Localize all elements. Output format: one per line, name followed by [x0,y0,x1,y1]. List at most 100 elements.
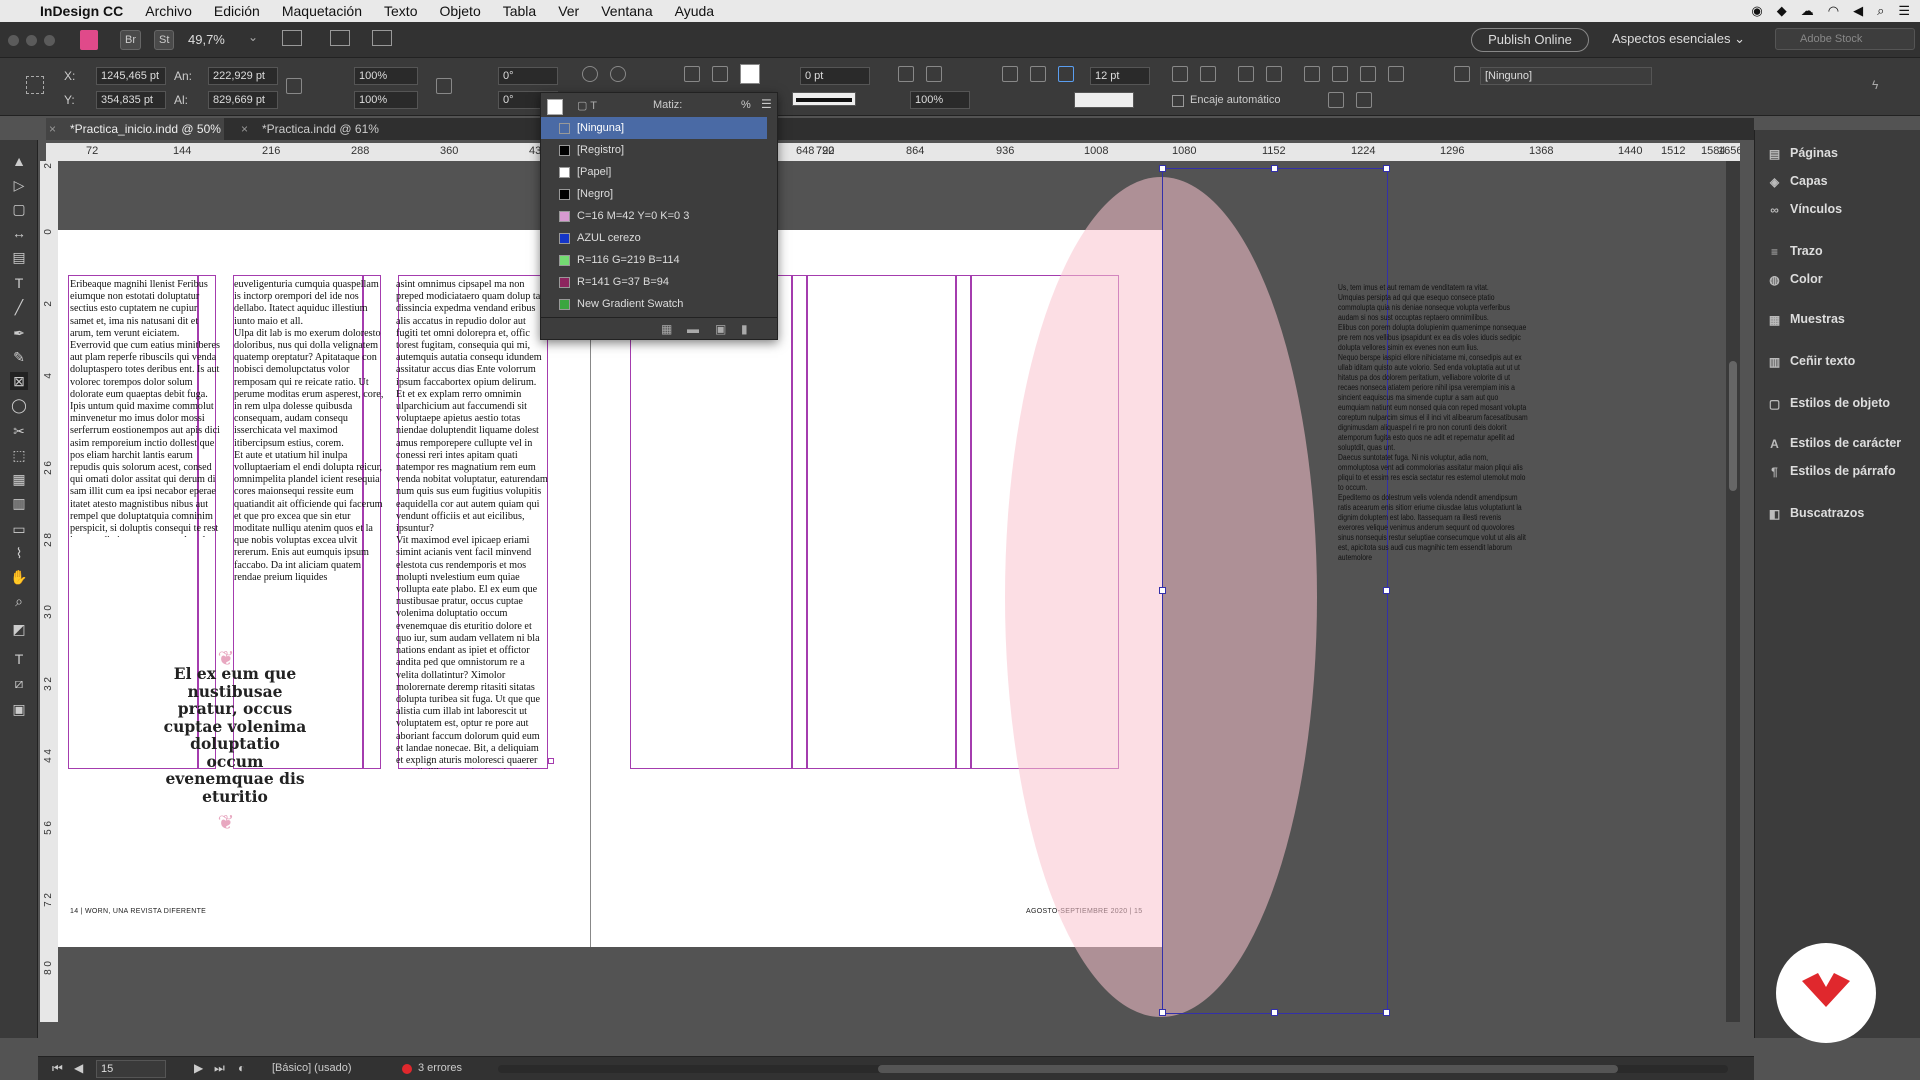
menu-list-icon[interactable]: ☰ [1898,3,1910,19]
fill-icon[interactable] [547,99,563,115]
last-page-icon[interactable]: ⏭ [214,1061,225,1076]
panel-estilos-caracter[interactable]: A Estilos de carácter [1767,436,1901,451]
flip-vertical-icon[interactable] [712,66,728,82]
apply-none-icon[interactable]: ⧄ [10,674,28,692]
swatch-none[interactable]: [Ninguna] [541,117,767,139]
fitting-icon[interactable] [1058,66,1074,82]
swatch-azul-cerezo[interactable]: AZUL cerezo [541,227,767,249]
panel-capas[interactable]: ◈ Capas [1767,174,1828,189]
menu-ventana[interactable]: Ventana [601,3,652,19]
panel-estilos-objeto[interactable]: ▢ Estilos de objeto [1767,396,1890,411]
resize-handle[interactable] [1271,165,1278,172]
align-top-icon[interactable] [1172,66,1188,82]
line-tool-icon[interactable]: ╱ [10,298,28,316]
swatch-registro[interactable]: [Registro] [541,139,767,161]
auto-fit-checkbox[interactable] [1172,95,1184,107]
preflight-profile[interactable]: [Básico] (usado) [272,1062,351,1074]
menu-app[interactable]: InDesign CC [40,3,123,19]
drop-shadow-icon[interactable] [898,66,914,82]
width-field[interactable]: 222,929 pt [208,67,278,85]
new-swatch-icon[interactable]: ▣ [715,322,726,336]
type-tool-icon[interactable]: T [10,274,28,292]
search-icon[interactable]: ⌕ [1877,3,1884,19]
formatting-affects-icon[interactable]: T [10,650,28,668]
columns-icon[interactable] [1030,66,1046,82]
text-column-2[interactable]: euveligenturia cumquia quaspellam is inc… [234,279,384,602]
publish-online-button[interactable]: Publish Online [1471,28,1589,52]
distribute-right-icon[interactable] [1388,66,1404,82]
swatch-magenta[interactable]: R=141 G=37 B=94 [541,271,767,293]
resize-handle[interactable] [1383,1009,1390,1016]
rotation-field[interactable]: 0° [498,67,558,85]
view-options-icon[interactable] [282,30,302,46]
pull-quote[interactable]: El ex eum que nustibusae pratur, occus c… [160,665,310,805]
panel-menu-icon[interactable]: ☰ [761,97,772,111]
distribute-space-icon[interactable] [1360,66,1376,82]
zoom-level[interactable]: 49,7% [188,32,225,47]
opacity-field[interactable]: 100% [910,91,970,109]
adobe-stock-search[interactable]: Adobe Stock [1775,28,1915,50]
cloud-icon[interactable]: ☁ [1801,3,1814,19]
pen-tool-icon[interactable]: ✒ [10,324,28,342]
align-bottom-icon[interactable] [1238,66,1254,82]
y-position-field[interactable]: 354,835 pt [96,91,166,109]
swatch-cmyk[interactable]: C=16 M=42 Y=0 K=0 3 [541,205,767,227]
flip-horizontal-icon[interactable] [684,66,700,82]
next-page-icon[interactable]: ▶ [194,1061,203,1075]
distribute-center-icon[interactable] [1332,66,1348,82]
pencil-tool-icon[interactable]: ✎ [10,348,28,366]
error-count[interactable]: 3 errores [418,1062,462,1074]
overset-text-icon[interactable] [548,758,554,764]
rectangle-frame-tool-icon[interactable]: ⊠ [10,372,28,390]
align-center-icon[interactable] [1200,66,1216,82]
volume-icon[interactable]: ◀ [1853,3,1863,19]
text-column-1[interactable]: Eribeaque magnihi llenist Feribus eiumqu… [70,279,222,537]
vertical-scrollbar[interactable] [1726,161,1740,1022]
scissors-tool-icon[interactable]: ✂ [10,422,28,440]
gutter-field[interactable]: 12 pt [1090,67,1150,85]
resize-handle[interactable] [1159,165,1166,172]
menu-archivo[interactable]: Archivo [145,3,192,19]
page-number-field[interactable]: 15 [96,1060,166,1078]
close-tab-icon[interactable]: × [241,118,248,140]
fill-stroke-icon[interactable]: ◩ [10,620,28,638]
content-collector-icon[interactable]: ▤ [10,248,28,266]
stroke-weight-field[interactable]: 0 pt [800,67,870,85]
menu-objeto[interactable]: Objeto [439,3,480,19]
gradient-feather-icon[interactable]: ▥ [10,494,28,512]
close-tab-icon[interactable]: × [49,118,56,140]
tab-practica[interactable]: × *Practica.indd @ 61% [238,118,388,140]
fill-none-swatch-icon[interactable] [740,64,760,84]
rotate-counterclockwise-icon[interactable] [610,66,626,82]
zoom-tool-icon[interactable]: ⌕ [10,592,28,610]
align-left-icon[interactable] [1266,66,1282,82]
height-field[interactable]: 829,669 pt [208,91,278,109]
hand-tool-icon[interactable]: ✋ [10,568,28,586]
direct-selection-tool-icon[interactable]: ▷ [10,176,28,194]
tab-practica-inicio[interactable]: × *Practica_inicio.indd @ 50% [46,118,224,140]
horizontal-scrollbar[interactable] [498,1065,1728,1073]
trash-icon[interactable]: ▮ [741,322,748,336]
resize-handle[interactable] [1159,587,1166,594]
resize-handle[interactable] [1271,1009,1278,1016]
constrain-proportions-icon[interactable] [286,78,302,94]
new-color-group-icon[interactable]: ▦ [661,322,672,336]
zoom-window-button[interactable] [44,35,55,46]
note-tool-icon[interactable]: ▭ [10,520,28,538]
first-page-icon[interactable]: ⏮ [52,1061,63,1076]
close-window-button[interactable] [8,35,19,46]
resize-handle[interactable] [1383,587,1390,594]
screen-mode-icon[interactable]: ▣ [10,700,28,718]
scrollbar-thumb[interactable] [1729,361,1737,491]
align-spread-icon[interactable] [1356,92,1372,108]
menu-maquetacion[interactable]: Maquetación [282,3,362,19]
previous-page-icon[interactable]: ◀ [74,1061,83,1075]
gradient-tool-icon[interactable]: ▦ [10,470,28,488]
menu-tabla[interactable]: Tabla [503,3,536,19]
resize-handle[interactable] [1383,165,1390,172]
panel-trazo[interactable]: ≡ Trazo [1767,244,1823,259]
scale-x-field[interactable]: 100% [354,67,418,85]
resize-handle[interactable] [1159,1009,1166,1016]
object-style-icon[interactable] [1454,66,1470,82]
panel-estilos-parrafo[interactable]: ¶ Estilos de párrafo [1767,464,1895,479]
